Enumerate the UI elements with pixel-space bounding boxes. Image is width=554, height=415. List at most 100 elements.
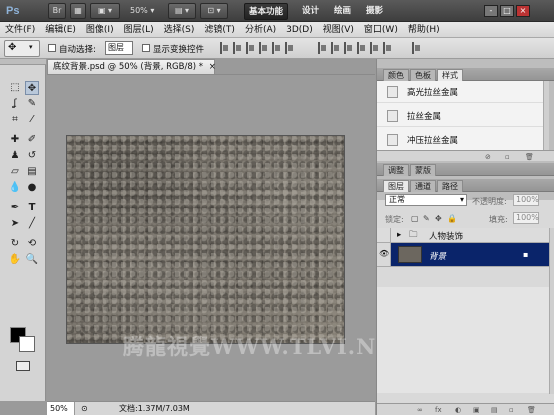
new-layer-icon[interactable]: ▫ — [509, 406, 514, 414]
distribute-vcenter-icon[interactable] — [331, 42, 340, 54]
style-item[interactable]: 冲压拉丝金属 — [377, 129, 549, 151]
style-item[interactable]: 高光拉丝金属 — [377, 81, 549, 103]
tab-color[interactable]: 颜色 — [383, 69, 409, 81]
menu-file[interactable]: 文件(F) — [0, 22, 40, 38]
opacity-field[interactable]: 100% — [513, 194, 539, 206]
document-close-icon[interactable]: × — [209, 62, 216, 72]
texture-canvas-image[interactable] — [67, 136, 344, 343]
type-tool-icon[interactable]: T — [25, 201, 39, 215]
3d-orbit-tool-icon[interactable]: ⟲ — [25, 237, 39, 251]
lasso-tool-icon[interactable]: ʆ — [8, 97, 22, 111]
menu-view[interactable]: 视图(V) — [318, 22, 359, 38]
menu-analysis[interactable]: 分析(A) — [240, 22, 281, 38]
menu-layer[interactable]: 图层(L) — [119, 22, 159, 38]
minimize-button[interactable]: - — [484, 5, 498, 17]
align-left-icon[interactable] — [259, 42, 268, 54]
menu-edit[interactable]: 编辑(E) — [40, 22, 81, 38]
workspace-painting[interactable]: 绘画 — [330, 3, 355, 20]
align-buttons[interactable] — [220, 42, 294, 54]
workspace-design[interactable]: 设计 — [298, 3, 323, 20]
layers-empty-area[interactable] — [377, 287, 549, 393]
align-bottom-icon[interactable] — [246, 42, 255, 54]
new-style-icon[interactable]: ▫ — [505, 153, 510, 161]
expand-triangle-icon[interactable]: ▸ — [397, 230, 401, 240]
align-right-icon[interactable] — [285, 42, 294, 54]
dodge-tool-icon[interactable]: ● — [25, 181, 39, 195]
visibility-toggle[interactable]: 👁 — [377, 243, 391, 266]
link-layers-icon[interactable]: ∞ — [417, 406, 423, 414]
line-tool-icon[interactable]: ╱ — [25, 217, 39, 231]
lock-image-icon[interactable]: ✎ — [423, 214, 430, 223]
blur-tool-icon[interactable]: 💧 — [8, 181, 22, 195]
layer-style-icon[interactable]: fx — [435, 406, 442, 414]
maximize-button[interactable]: □ — [500, 5, 514, 17]
menu-window[interactable]: 窗口(W) — [359, 22, 403, 38]
show-transform-checkbox[interactable] — [142, 44, 150, 52]
quick-mask-button[interactable] — [16, 361, 30, 371]
healing-brush-tool-icon[interactable]: ✚ — [8, 133, 22, 147]
history-brush-tool-icon[interactable]: ↺ — [25, 149, 39, 163]
tab-channels[interactable]: 通道 — [410, 180, 436, 192]
bridge-button[interactable]: Br — [48, 3, 66, 19]
hand-tool-icon[interactable]: ✋ — [8, 253, 22, 267]
fill-field[interactable]: 100% — [513, 212, 539, 224]
status-zoom-field[interactable]: 50% — [47, 402, 75, 415]
workspace-essentials[interactable]: 基本功能 — [244, 3, 289, 20]
auto-align-buttons[interactable] — [412, 42, 421, 54]
distribute-buttons[interactable] — [318, 42, 392, 54]
quick-select-tool-icon[interactable]: ✎ — [25, 97, 39, 111]
path-selection-tool-icon[interactable]: ➤ — [8, 217, 22, 231]
tab-styles[interactable]: 样式 — [437, 69, 463, 81]
menu-filter[interactable]: 滤镜(T) — [199, 22, 240, 38]
lock-transparent-icon[interactable]: ▢ — [411, 214, 419, 223]
align-hcenter-icon[interactable] — [272, 42, 281, 54]
menu-3d[interactable]: 3D(D) — [281, 22, 318, 38]
menu-image[interactable]: 图像(I) — [81, 22, 119, 38]
auto-align-icon[interactable] — [412, 42, 421, 54]
lock-position-icon[interactable]: ✥ — [435, 214, 442, 223]
lock-all-icon[interactable]: 🔒 — [447, 214, 457, 223]
pen-tool-icon[interactable]: ✒ — [8, 201, 22, 215]
blend-mode-select[interactable]: 正常 ▾ — [385, 194, 467, 206]
3d-rotate-tool-icon[interactable]: ↻ — [8, 237, 22, 251]
tab-swatches[interactable]: 色板 — [410, 69, 436, 81]
layer-row-selected[interactable]: 👁 背景 ▪ — [377, 243, 549, 267]
tab-adjustments[interactable]: 调整 — [383, 164, 409, 176]
styles-scrollbar[interactable] — [543, 81, 549, 155]
screen-mode-button[interactable]: ⊡ ▾ — [200, 3, 228, 19]
visibility-toggle[interactable] — [377, 228, 391, 242]
view-extras-button[interactable]: ▣ ▾ — [90, 3, 120, 19]
marquee-tool-icon[interactable]: ⬚ — [8, 81, 22, 95]
add-mask-icon[interactable]: ◐ — [455, 406, 461, 414]
background-color-swatch[interactable] — [19, 336, 35, 352]
tool-preset-picker[interactable]: ✥ ▾ — [4, 40, 40, 57]
delete-layer-icon[interactable]: 🗑 — [527, 406, 536, 414]
arrange-documents-button[interactable]: ▤ ▾ — [168, 3, 196, 19]
layers-scrollbar[interactable] — [549, 228, 554, 394]
mini-bridge-icon[interactable]: ▦ — [70, 3, 86, 19]
distribute-left-icon[interactable] — [357, 42, 366, 54]
eraser-tool-icon[interactable]: ▱ — [8, 165, 22, 179]
tab-masks[interactable]: 蒙版 — [410, 164, 436, 176]
clone-stamp-tool-icon[interactable]: ♟ — [8, 149, 22, 163]
align-vcenter-icon[interactable] — [233, 42, 242, 54]
workspace-photography[interactable]: 摄影 — [362, 3, 387, 20]
zoom-tool-icon[interactable]: 🔍 — [25, 253, 39, 267]
align-top-icon[interactable] — [220, 42, 229, 54]
brush-tool-icon[interactable]: ✐ — [25, 133, 39, 147]
delete-style-icon[interactable]: 🗑 — [525, 153, 534, 161]
distribute-bottom-icon[interactable] — [344, 42, 353, 54]
document-canvas-area[interactable]: 腾龍視覺WWW.TLVI.NET — [47, 74, 409, 401]
adjustment-layer-icon[interactable]: ▣ — [473, 406, 480, 414]
close-window-button[interactable]: × — [516, 5, 530, 17]
auto-select-dropdown[interactable]: 图层 — [105, 41, 133, 55]
tab-paths[interactable]: 路径 — [437, 180, 463, 192]
distribute-right-icon[interactable] — [383, 42, 392, 54]
distribute-hcenter-icon[interactable] — [370, 42, 379, 54]
tools-panel-grip[interactable] — [0, 59, 46, 65]
menu-select[interactable]: 选择(S) — [159, 22, 200, 38]
move-tool-icon[interactable]: ✥ — [25, 81, 39, 95]
style-item[interactable]: 拉丝金属 — [377, 105, 549, 127]
clear-style-icon[interactable]: ⊘ — [485, 153, 491, 161]
status-nav-icon[interactable]: ⊙ — [81, 402, 88, 415]
